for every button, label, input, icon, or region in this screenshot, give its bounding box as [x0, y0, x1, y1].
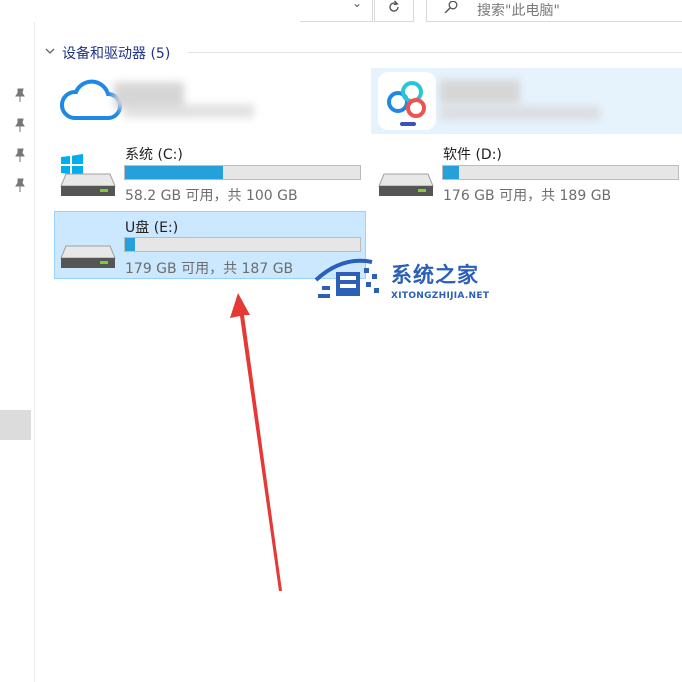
pin-icon[interactable]	[14, 118, 26, 132]
pin-icon[interactable]	[14, 178, 26, 192]
address-dropdown-button[interactable]: ⌄	[346, 0, 368, 14]
watermark-title: 系统之家	[391, 263, 479, 287]
hard-drive-icon	[60, 173, 116, 196]
search-placeholder: 搜索"此电脑"	[477, 3, 560, 19]
navigation-pane[interactable]	[0, 22, 35, 682]
drive-name: 系统 (C:)	[125, 147, 183, 163]
hard-drive-icon	[60, 245, 116, 268]
nav-item-selected[interactable]	[0, 410, 31, 440]
pin-icon[interactable]	[14, 88, 26, 102]
cloud-icon	[60, 79, 122, 120]
usage-bar	[442, 165, 679, 180]
usage-bar-fill	[125, 166, 224, 179]
usage-bar	[124, 165, 361, 180]
search-input[interactable]: 搜索"此电脑"	[426, 0, 682, 22]
drive-item-c[interactable]: 系统 (C:) 58.2 GB 可用，共 100 GB	[54, 140, 366, 206]
group-divider	[188, 52, 682, 53]
refresh-icon	[389, 0, 399, 12]
watermark-logo-icon	[314, 258, 379, 298]
app-logo-icon	[378, 72, 436, 130]
cloud-drive-item[interactable]	[54, 68, 366, 134]
drive-space-text: 179 GB 可用，共 187 GB	[125, 261, 294, 277]
chevron-down-icon: ⌄	[351, 0, 363, 10]
usage-bar	[124, 237, 361, 252]
usage-bar-fill	[125, 238, 136, 251]
drive-space-text: 58.2 GB 可用，共 100 GB	[125, 188, 298, 204]
refresh-button[interactable]	[374, 0, 414, 22]
blurred-label	[440, 80, 520, 104]
watermark-subtitle: XITONGZHIJIA.NET	[391, 291, 490, 301]
drive-name: U盘 (E:)	[125, 220, 179, 236]
chevron-down-icon[interactable]	[44, 45, 56, 57]
blurred-label	[124, 104, 254, 118]
pin-icon[interactable]	[14, 148, 26, 162]
annotation-arrow	[230, 293, 282, 591]
group-header-devices[interactable]: 设备和驱动器 (5)	[62, 43, 170, 63]
drive-name: 软件 (D:)	[443, 147, 502, 163]
blurred-label	[440, 106, 600, 120]
search-icon	[444, 1, 458, 13]
drive-space-text: 176 GB 可用，共 189 GB	[443, 188, 612, 204]
hard-drive-icon	[378, 173, 434, 196]
usage-bar-fill	[443, 166, 460, 179]
drive-item-d[interactable]: 软件 (D:) 176 GB 可用，共 189 GB	[372, 140, 682, 206]
